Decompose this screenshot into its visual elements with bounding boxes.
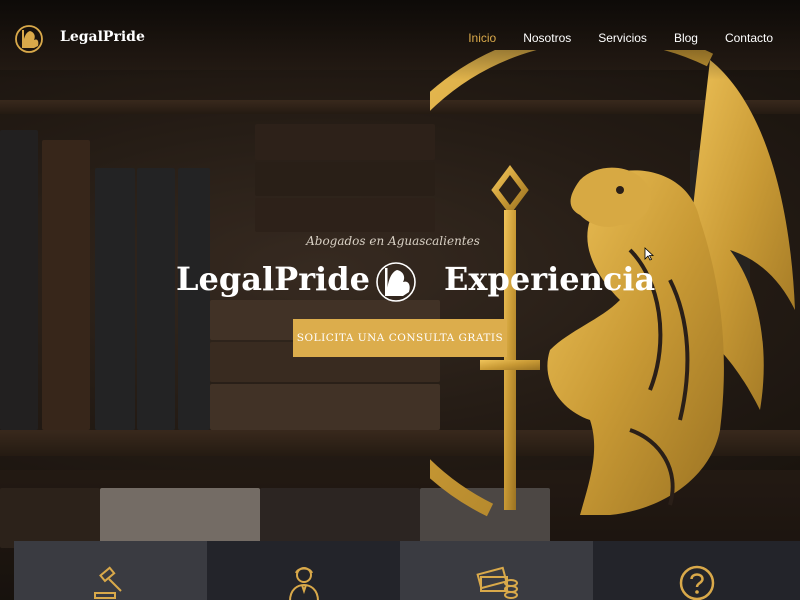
- nav-contacto[interactable]: Contacto: [725, 31, 773, 45]
- nav-nosotros[interactable]: Nosotros: [523, 31, 571, 45]
- question-icon: [679, 565, 714, 600]
- money-icon: [475, 566, 518, 599]
- feature-card-question[interactable]: [593, 541, 800, 600]
- headline-left: LegalPride: [176, 260, 370, 298]
- main-nav: Inicio Nosotros Servicios Blog Contacto: [468, 31, 773, 45]
- site-header: LegalPride Inicio Nosotros Servicios Blo…: [0, 0, 800, 78]
- brand-name[interactable]: LegalPride: [60, 29, 145, 45]
- feature-card-money[interactable]: [400, 541, 593, 600]
- free-consultation-button[interactable]: SOLICITA UNA CONSULTA GRATIS: [293, 319, 507, 357]
- griffin-emblem-icon: [376, 262, 416, 302]
- feature-card-lawyer[interactable]: [207, 541, 400, 600]
- hero-headline: LegalPride Experiencia: [0, 258, 800, 306]
- headline-right: Experiencia: [444, 260, 656, 298]
- lawyer-icon: [288, 567, 319, 600]
- griffin-logo-icon[interactable]: [14, 24, 44, 54]
- gavel-icon: [93, 566, 122, 599]
- nav-inicio[interactable]: Inicio: [468, 31, 496, 45]
- nav-servicios[interactable]: Servicios: [598, 31, 647, 45]
- mouse-cursor-icon: [644, 247, 654, 261]
- nav-blog[interactable]: Blog: [674, 31, 698, 45]
- feature-cards: [14, 541, 800, 600]
- hero-subtitle: Abogados en Aguascalientes: [306, 234, 480, 248]
- feature-card-gavel[interactable]: [14, 541, 207, 600]
